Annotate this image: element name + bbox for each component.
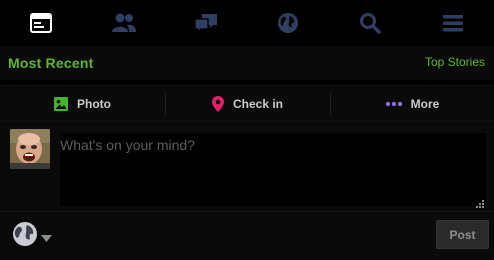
privacy-selector[interactable] — [12, 221, 52, 252]
globe-icon — [12, 221, 38, 252]
feed-filter-bar: Most Recent Top Stories — [0, 46, 494, 82]
newsfeed-icon — [30, 13, 52, 33]
composer-footer: Post — [0, 211, 494, 260]
mobile-facebook-app: Most Recent Top Stories Photo Check in M… — [0, 0, 494, 260]
composer-action-bar: Photo Check in More — [0, 85, 494, 121]
check-in-button-label: Check in — [232, 97, 283, 111]
post-button[interactable]: Post — [436, 220, 489, 249]
photo-icon — [53, 96, 69, 112]
more-button-label: More — [410, 97, 440, 111]
more-dots-icon — [385, 101, 403, 107]
location-pin-icon — [211, 95, 225, 113]
messages-icon — [193, 12, 219, 34]
nav-search[interactable] — [357, 10, 383, 36]
chevron-down-icon — [41, 229, 52, 247]
search-icon — [359, 12, 381, 34]
check-in-button[interactable]: Check in — [165, 86, 329, 122]
nav-notifications[interactable] — [275, 10, 301, 36]
status-input[interactable] — [60, 133, 486, 206]
top-stories-link[interactable]: Top Stories — [425, 55, 485, 69]
nav-newsfeed[interactable] — [28, 10, 54, 36]
photo-button-label: Photo — [77, 97, 111, 111]
nav-friends[interactable] — [111, 10, 137, 36]
top-nav-bar — [0, 0, 494, 46]
status-composer — [0, 121, 494, 211]
resize-grip-icon[interactable] — [476, 195, 484, 208]
avatar — [10, 129, 50, 169]
more-button[interactable]: More — [330, 86, 494, 122]
globe-notifications-icon — [277, 12, 299, 34]
nav-menu[interactable] — [440, 10, 466, 36]
nav-messages[interactable] — [193, 10, 219, 36]
feed-sort-label: Most Recent — [8, 55, 94, 71]
menu-icon — [442, 13, 464, 33]
friends-icon — [111, 13, 137, 33]
photo-button[interactable]: Photo — [0, 86, 164, 122]
